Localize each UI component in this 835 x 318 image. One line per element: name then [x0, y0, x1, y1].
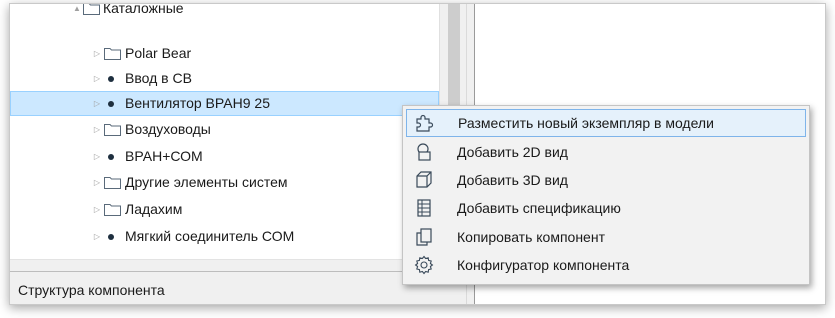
tree-item-ventilyator-selected[interactable]: ▷ Вентилятор ВРАН9 25 — [10, 91, 439, 116]
tree-item-vran-som[interactable]: ▷ ВРАН+СОМ — [10, 144, 439, 169]
tree-item-vvod-v-sv[interactable]: ▷ Ввод в СВ — [10, 66, 439, 91]
puzzle-icon — [416, 114, 434, 132]
menu-item-label: Конфигуратор компонента — [457, 257, 630, 273]
expand-arrow-icon[interactable]: ▷ — [92, 144, 102, 169]
menu-item-label: Добавить спецификацию — [457, 200, 621, 216]
menu-item-label: Копировать компонент — [457, 229, 605, 245]
tree-item-drugie-elementy[interactable]: ▷ Другие элементы систем — [10, 170, 439, 195]
tree-item-label: Воздуховоды — [125, 121, 211, 137]
expand-arrow-icon[interactable]: ▷ — [92, 224, 102, 249]
expand-arrow-icon[interactable]: ▷ — [92, 197, 102, 222]
component-dot-icon — [108, 234, 114, 240]
context-menu: Разместить новый экземпляр в модели Доба… — [402, 105, 810, 285]
tree-item-label: Вентилятор ВРАН9 25 — [125, 95, 270, 111]
tree-item-label: ВРАН+СОМ — [125, 148, 203, 164]
menu-item-place-instance[interactable]: Разместить новый экземпляр в модели — [406, 109, 806, 137]
expand-arrow-icon[interactable]: ▷ — [92, 41, 102, 66]
folder-icon — [83, 4, 100, 15]
component-dot-icon — [108, 76, 114, 82]
copy-icon — [416, 228, 432, 246]
specification-table-icon — [417, 199, 431, 217]
expand-arrow-icon[interactable]: ▷ — [92, 117, 102, 142]
component-tree: ▲ Каталожные ▷ Polar Bear ▷ Ввод в СВ ▷ … — [10, 4, 439, 259]
tree-item-ladakhim[interactable]: ▷ Ладахим — [10, 197, 439, 222]
tree-item-myagkiy-soedinitel[interactable]: ▷ Мягкий соединитель СОМ — [10, 224, 439, 249]
tree-item-label: Ввод в СВ — [125, 70, 192, 86]
menu-item-add-specification[interactable]: Добавить спецификацию — [406, 194, 806, 222]
status-bar-label: Структура компонента — [18, 282, 165, 298]
component-dot-icon — [108, 154, 114, 160]
status-bar: Структура компонента — [10, 271, 466, 304]
menu-item-add-3d-view[interactable]: Добавить 3D вид — [406, 166, 806, 194]
tree-item-label: Другие элементы систем — [125, 174, 288, 190]
tree-item-label: Ладахим — [125, 201, 183, 217]
expand-arrow-icon[interactable]: ▷ — [92, 66, 102, 91]
folder-icon — [104, 48, 121, 60]
tree-item-katalozhnye[interactable]: ▲ Каталожные — [10, 4, 439, 21]
menu-item-label: Разместить новый экземпляр в модели — [458, 115, 714, 131]
menu-item-component-configurator[interactable]: Конфигуратор компонента — [406, 251, 806, 279]
tree-item-vozdukhovody[interactable]: ▷ Воздуховоды — [10, 117, 439, 142]
folder-icon — [104, 204, 121, 216]
gear-icon — [414, 255, 434, 275]
folder-icon — [104, 124, 121, 136]
tree-item-label: Polar Bear — [125, 45, 192, 61]
folder-icon — [104, 177, 121, 189]
tree-item-polar-bear[interactable]: ▷ Polar Bear — [10, 41, 439, 66]
menu-item-add-2d-view[interactable]: Добавить 2D вид — [406, 138, 806, 166]
expand-arrow-icon[interactable]: ▷ — [92, 91, 102, 116]
collapse-arrow-icon[interactable]: ▲ — [72, 4, 82, 21]
2d-view-icon — [417, 143, 431, 161]
tree-item-label: Каталожные — [103, 4, 184, 16]
3d-cube-icon — [416, 171, 432, 188]
menu-item-label: Добавить 2D вид — [457, 144, 568, 160]
component-dot-icon — [108, 101, 114, 107]
menu-item-copy-component[interactable]: Копировать компонент — [406, 223, 806, 251]
menu-item-label: Добавить 3D вид — [457, 172, 568, 188]
expand-arrow-icon[interactable]: ▷ — [92, 170, 102, 195]
tree-item-label: Мягкий соединитель СОМ — [125, 228, 295, 244]
